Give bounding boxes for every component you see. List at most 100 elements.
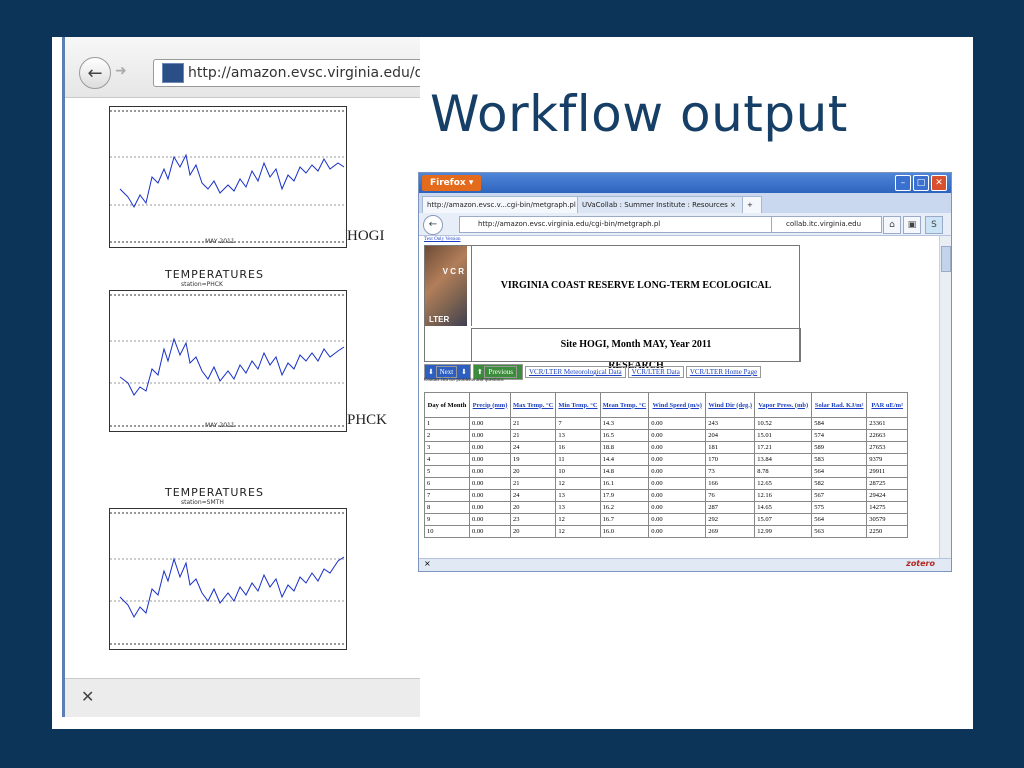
table-cell: 29911	[866, 465, 909, 478]
table-cell: 0.00	[648, 489, 707, 502]
table-cell: 584	[811, 417, 868, 430]
address-text: http://amazon.evsc.virginia.edu/da	[188, 65, 420, 81]
data-link[interactable]: VCR/LTER Data	[627, 366, 684, 378]
table-row: 2 0.00 21 13 16.5 0.00 204 15.01 574 22663	[424, 429, 909, 442]
table-row: 5 0.00 20 10 14.8 0.00 73 8.78 564 29911	[424, 465, 909, 478]
table-cell: 2	[424, 429, 470, 442]
table-cell: 20	[509, 525, 557, 538]
table-row: 9 0.00 23 12 16.7 0.00 292 15.07 564 30579	[424, 513, 909, 526]
table-cell: 8	[424, 501, 470, 514]
table-cell: 0.00	[469, 441, 511, 454]
table-cell: 567	[811, 489, 868, 502]
station-label-phck: PHCK	[347, 412, 388, 428]
home-icon[interactable]: ⌂	[883, 216, 901, 234]
table-cell: 4	[424, 453, 470, 466]
zotero-button[interactable]: zotero	[906, 559, 935, 568]
left-browser-statusbar: ✕	[65, 678, 420, 717]
maximize-icon[interactable]: □	[913, 175, 929, 191]
column-header[interactable]: Wind Speed (m/s)	[648, 392, 707, 418]
table-cell: 29424	[866, 489, 909, 502]
scrollbar-thumb[interactable]	[941, 246, 951, 272]
slide: ← ➜ http://amazon.evsc.virginia.edu/da H…	[52, 37, 973, 729]
search-field[interactable]: collab.itc.virginia.edu	[771, 216, 882, 233]
forward-button[interactable]: ➜	[115, 63, 127, 79]
close-icon[interactable]: ✕	[81, 687, 94, 706]
table-cell: 0.00	[469, 513, 511, 526]
tab-metgraph[interactable]: http://amazon.evsc.v...cgi-bin/metgraph.…	[422, 196, 582, 214]
column-header[interactable]: PAR uE/m²	[866, 392, 909, 418]
plot-2-subtitle: station=PHCK	[181, 281, 223, 288]
scrollbar[interactable]	[939, 236, 951, 559]
column-header: Day of Month	[424, 392, 470, 418]
tab-bar: http://amazon.evsc.v...cgi-bin/metgraph.…	[419, 193, 951, 214]
right-browser-window: Firefox ▾ – □ ✕ http://amazon.evsc.v...c…	[418, 172, 952, 572]
address-bar[interactable]: http://amazon.evsc.virginia.edu/da	[153, 59, 420, 87]
plot-2-graph	[110, 294, 346, 427]
bookmarks-icon[interactable]: ▣	[903, 216, 921, 234]
text-only-link[interactable]: Text Only Version	[424, 237, 461, 242]
table-cell: 17.21	[754, 441, 813, 454]
table-cell: 24	[509, 489, 557, 502]
x-axis-label-1: MAY 2011	[205, 238, 235, 245]
table-cell: 16.1	[599, 477, 650, 490]
table-cell: 20	[509, 501, 557, 514]
column-header[interactable]: Solar Rad. KJ/m²	[811, 392, 868, 418]
table-cell: 17.9	[599, 489, 650, 502]
table-cell: 23	[509, 513, 557, 526]
home-page-link[interactable]: VCR/LTER Home Page	[685, 366, 762, 378]
table-cell: 9	[424, 513, 470, 526]
table-cell: 12	[555, 525, 601, 538]
table-cell: 16.7	[599, 513, 650, 526]
weather-data-table: Day of Month Precip (mm) Max Temp. °C Mi…	[424, 392, 909, 538]
table-cell: 292	[705, 513, 756, 526]
table-row: 8 0.00 20 13 16.2 0.00 287 14.65 575 14275	[424, 501, 909, 514]
table-cell: 1	[424, 417, 470, 430]
table-cell: 6	[424, 477, 470, 490]
temperature-plot-2	[109, 290, 347, 432]
back-button[interactable]: ←	[79, 57, 111, 89]
left-browser-toolbar: ← ➜ http://amazon.evsc.virginia.edu/da	[65, 37, 420, 98]
tab-uvacollab[interactable]: UVaCollab : Summer Institute : Resources…	[577, 196, 747, 214]
table-cell: 0.00	[469, 465, 511, 478]
statusbar: × zotero	[419, 558, 951, 571]
table-cell: 14275	[866, 501, 909, 514]
web-page: Text Only Version V C R LTER VIRGINIA CO…	[419, 236, 939, 559]
column-header[interactable]: Vapor Press. (mb)	[754, 392, 813, 418]
table-cell: 8.78	[754, 465, 813, 478]
table-cell: 0.00	[469, 525, 511, 538]
new-tab-button[interactable]: +	[742, 196, 762, 214]
table-cell: 15.01	[754, 429, 813, 442]
temperature-plot-1	[109, 106, 347, 248]
table-cell: 73	[705, 465, 756, 478]
table-body: 1 0.00 21 7 14.3 0.00 243 10.52 584 23361 2 0.00 21 1…	[424, 417, 909, 538]
met-data-link[interactable]: VCR/LTER Meteorological Data	[524, 366, 626, 378]
column-header[interactable]: Min Temp. °C	[555, 392, 601, 418]
table-cell: 12	[555, 513, 601, 526]
back-button[interactable]: ←	[423, 215, 443, 235]
column-header[interactable]: Precip (mm)	[469, 392, 511, 418]
table-row: 3 0.00 24 16 18.8 0.00 181 17.21 589 27653	[424, 441, 909, 454]
table-cell: 10	[555, 465, 601, 478]
table-cell: 0.00	[469, 501, 511, 514]
address-bar[interactable]: http://amazon.evsc.virginia.edu/cgi-bin/…	[459, 216, 775, 233]
plot-2-title: TEMPERATURES	[165, 268, 264, 281]
column-header[interactable]: Wind Dir (deg.)	[705, 392, 756, 418]
titlebar: Firefox ▾ – □ ✕	[419, 173, 951, 193]
skype-icon[interactable]: S	[925, 216, 943, 234]
table-cell: 19	[509, 453, 557, 466]
column-header[interactable]: Mean Temp. °C	[599, 392, 650, 418]
station-label-hogi: HOGI	[347, 228, 385, 244]
table-cell: 3	[424, 441, 470, 454]
table-cell: 2250	[866, 525, 909, 538]
forward-arrow-icon: ➜	[115, 63, 127, 79]
minimize-icon[interactable]: –	[895, 175, 911, 191]
table-cell: 170	[705, 453, 756, 466]
window-close-icon[interactable]: ✕	[931, 175, 947, 191]
table-cell: 0.00	[648, 441, 707, 454]
table-cell: 0.00	[648, 501, 707, 514]
firefox-menu-button[interactable]: Firefox ▾	[422, 175, 482, 191]
column-header[interactable]: Max Temp. °C	[509, 392, 557, 418]
table-cell: 0.00	[648, 513, 707, 526]
status-close-icon[interactable]: ×	[424, 559, 431, 568]
table-cell: 564	[811, 465, 868, 478]
